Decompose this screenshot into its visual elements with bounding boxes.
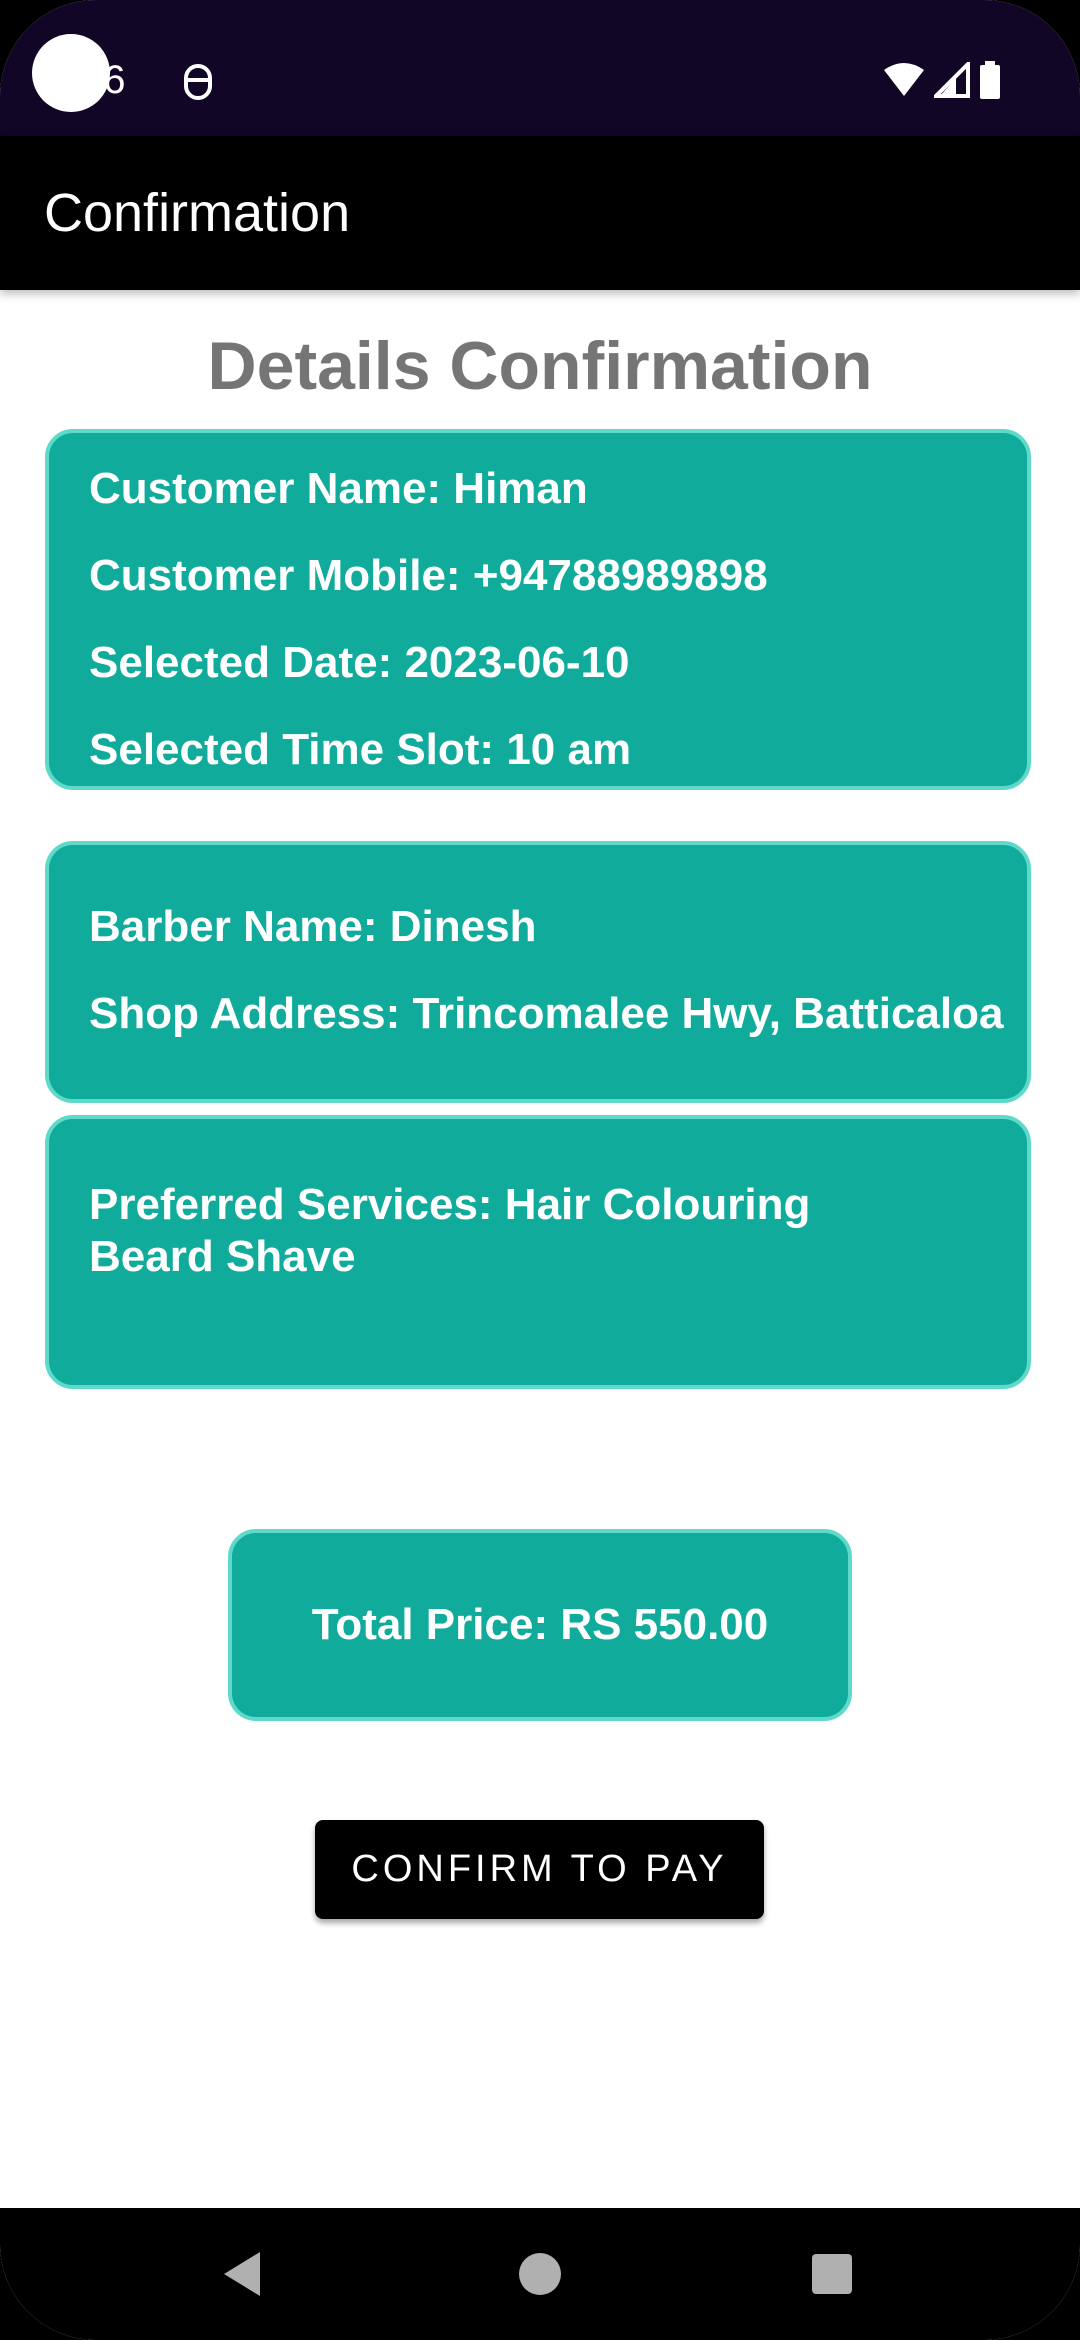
selected-time-slot: Selected Time Slot: 10 am — [89, 725, 632, 774]
signal-icon — [931, 58, 970, 103]
customer-name: Customer Name: Himan — [89, 464, 588, 513]
home-button[interactable] — [474, 2208, 606, 2340]
total-price: Total Price: RS 550.00 — [311, 1600, 769, 1649]
app-bar-title: Confirmation — [44, 183, 351, 243]
barber-name: Barber Name: Dinesh — [89, 902, 537, 951]
battery-icon — [978, 60, 1002, 104]
back-button[interactable] — [176, 2208, 308, 2340]
camera-cutout — [32, 34, 110, 112]
home-icon — [519, 2253, 561, 2295]
selected-date: Selected Date: 2023-06-10 — [89, 638, 630, 687]
preferred-services: Preferred Services: Hair Colouring Beard… — [89, 1180, 811, 1281]
notification-icon — [180, 62, 216, 102]
customer-mobile: Customer Mobile: +94788989898 — [89, 551, 768, 600]
confirm-to-pay-button[interactable]: CONFIRM TO PAY — [315, 1820, 764, 1919]
app-screen: 16 — [0, 0, 1080, 2340]
status-icons — [882, 58, 1002, 104]
status-bar: 16 — [0, 0, 1080, 136]
shop-address: Shop Address: Trincomalee Hwy, Batticalo… — [89, 989, 1004, 1038]
barber-details-card: Barber Name: Dinesh Shop Address: Trinco… — [45, 841, 1031, 1103]
back-icon — [224, 2252, 260, 2296]
wifi-icon — [882, 62, 926, 103]
app-bar: Confirmation — [0, 136, 1080, 290]
recents-button[interactable] — [766, 2208, 898, 2340]
page-heading: Details Confirmation — [207, 328, 873, 404]
navigation-bar — [0, 2208, 1080, 2340]
services-card: Preferred Services: Hair Colouring Beard… — [45, 1115, 1031, 1389]
recents-icon — [812, 2254, 852, 2294]
customer-details-card: Customer Name: Himan Customer Mobile: +9… — [45, 429, 1031, 790]
total-price-card: Total Price: RS 550.00 — [228, 1529, 852, 1721]
